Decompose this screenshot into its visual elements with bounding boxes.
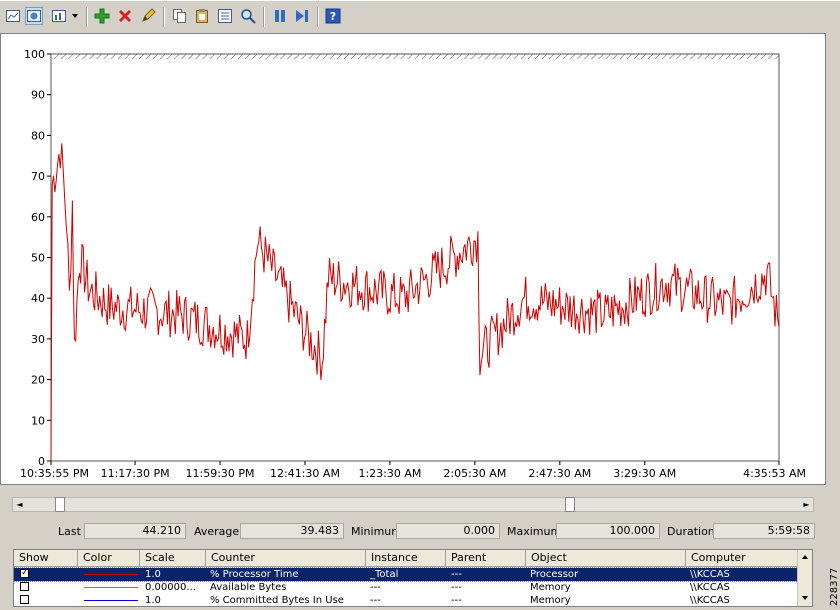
freeze-display-icon[interactable] [271,7,289,25]
paste-counter-list-icon[interactable] [193,7,211,25]
x-tick-label: 4:35:53 AM [743,467,806,480]
figure-id: 228377 [826,563,840,607]
show-checkbox[interactable] [20,582,29,591]
change-graph-type-icon[interactable] [50,7,68,25]
range-start-handle[interactable] [55,497,65,512]
x-tick-label: 3:29:30 AM [613,467,676,480]
graph-panel: 0 10 20 30 40 50 60 70 80 90 100 10:35:55 PM 11:17:… [0,33,826,485]
cell-instance: --- [370,582,381,593]
y-tick-label: 80 [31,129,45,142]
time-range-scrollbar[interactable]: ◄ ► [12,497,814,512]
max-hatch [52,54,779,59]
y-tick-label: 10 [31,414,45,427]
col-parent[interactable]: Parent [446,550,526,566]
show-checkbox[interactable]: ✓ [20,569,29,578]
color-swatch [84,600,138,601]
cell-counter: % Committed Bytes In Use [210,595,344,606]
col-counter[interactable]: Counter [206,550,366,566]
cell-scale: 0.00000... [145,582,196,593]
highlight-icon[interactable] [139,7,157,25]
view-log-data-icon[interactable] [25,7,43,25]
range-end-handle[interactable] [565,497,575,512]
col-computer[interactable]: Computer [686,550,800,566]
counter-row[interactable]: 0.00000... Available Bytes --- --- Memory \\K… [14,581,800,594]
scroll-right-arrow[interactable]: ► [800,498,813,511]
x-tick-label: 1:23:30 AM [358,467,421,480]
counter-list-header: Show Color Scale Counter Instance Parent… [14,550,800,567]
statistics-bar: Last 44.210 Average 39.483 Minimum 0.000… [0,520,840,542]
y-tick-label: 60 [31,211,45,224]
cell-computer: \\KCCAS [690,569,730,580]
x-tick-label: 11:17:30 PM [101,467,170,480]
color-swatch [84,574,138,575]
cell-scale: 1.0 [145,595,161,606]
zoom-icon[interactable] [239,7,257,25]
cell-computer: \\KCCAS [690,582,730,593]
stat-minimum-value: 0.000 [396,523,500,539]
y-tick-label: 50 [31,252,45,265]
cell-scale: 1.0 [145,569,161,580]
show-checkbox[interactable] [20,595,29,604]
cell-object: Memory [530,582,571,593]
x-tick-label: 11:59:30 PM [186,467,255,480]
scroll-left-arrow[interactable]: ◄ [13,498,26,511]
cell-parent: --- [451,582,462,593]
cell-instance: _Total [370,569,399,580]
toolbar: ? [0,0,840,33]
stat-last-value: 44.210 [84,523,186,539]
x-tick-label: 2:05:30 AM [443,467,506,480]
stat-duration-label: Duration [667,525,715,538]
y-tick-label: 30 [31,333,45,346]
x-tick-label: 2:47:30 AM [528,467,591,480]
svg-text:?: ? [330,10,336,23]
properties-icon[interactable] [216,7,234,25]
y-tick-label: 70 [31,170,45,183]
cell-object: Memory [530,595,571,606]
stat-maximum-value: 100.000 [556,523,660,539]
copy-properties-icon[interactable] [171,7,189,25]
stat-average-value: 39.483 [240,523,344,539]
stat-average-label: Average [194,525,240,538]
cell-computer: \\KCCAS [690,595,730,606]
cell-parent: --- [451,569,462,580]
y-tick-label: 100 [24,48,45,61]
view-current-activity-icon[interactable] [4,7,22,25]
stat-duration-value: 5:59:58 [713,523,815,539]
cell-counter: Available Bytes [210,582,287,593]
line-chart: 0102030405060708090100 10:35:55 PM 11:17:… [20,48,806,480]
cell-instance: --- [370,595,381,606]
counter-list[interactable]: Show Color Scale Counter Instance Parent… [13,549,813,607]
col-scale[interactable]: Scale [140,550,206,566]
figure-id-text: 228377 [829,568,840,606]
delete-counter-icon[interactable] [116,7,134,25]
col-color[interactable]: Color [78,550,140,566]
counter-row[interactable]: ✓ 1.0 % Processor Time _Total --- Processor \\… [14,567,801,582]
color-swatch [84,587,138,588]
update-data-icon[interactable] [293,7,311,25]
col-object[interactable]: Object [526,550,686,566]
plot-area [50,53,780,462]
stat-maximum-label: Maximum [507,525,562,538]
x-tick-label: 12:41:30 AM [270,467,340,480]
stat-last-label: Last [58,525,81,538]
cell-object: Processor [530,569,579,580]
cell-parent: --- [451,595,462,606]
y-tick-label: 40 [31,292,45,305]
stat-minimum-label: Minimum [351,525,402,538]
dropdown-arrow-icon[interactable] [70,7,80,25]
col-instance[interactable]: Instance [366,550,446,566]
counter-list-scrollbar[interactable] [797,550,812,606]
x-tick-label: 10:35:55 PM [20,467,89,480]
cell-counter: % Processor Time [210,569,299,580]
col-show[interactable]: Show [14,550,78,566]
counter-row[interactable]: 1.0 % Committed Bytes In Use --- --- Memory \… [14,594,800,606]
help-icon[interactable]: ? [324,7,342,25]
y-tick-label: 90 [31,89,45,102]
y-tick-label: 20 [31,374,45,387]
add-counter-icon[interactable] [93,7,111,25]
